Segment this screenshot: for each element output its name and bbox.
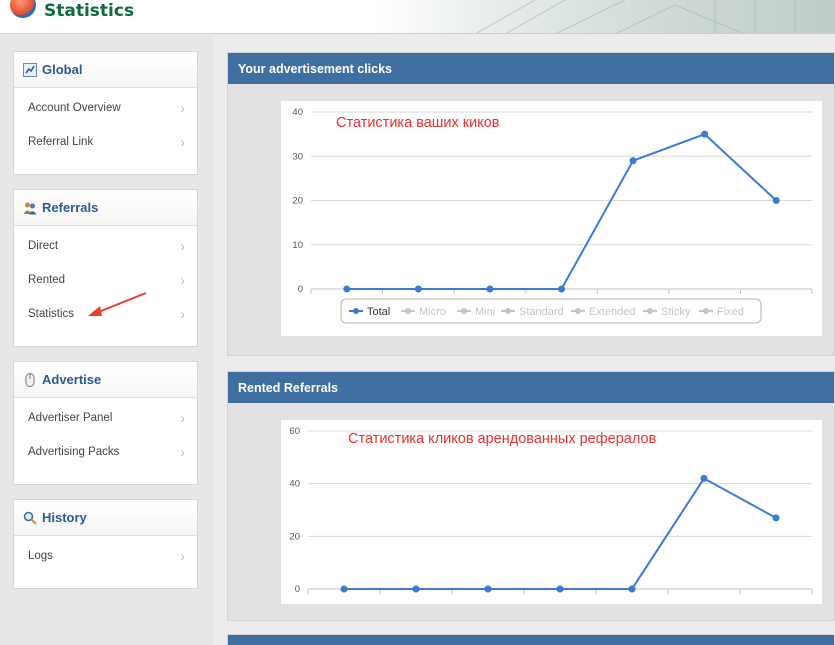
data-point	[412, 585, 420, 593]
chevron-right-icon: ›	[180, 272, 185, 288]
data-point	[772, 514, 780, 522]
data-point	[414, 285, 422, 293]
chevron-right-icon: ›	[180, 444, 185, 460]
magnifier-icon	[23, 511, 37, 525]
legend-marker	[405, 308, 411, 314]
data-point	[700, 474, 708, 482]
panel-history-title: History	[42, 510, 87, 525]
y-tick-label: 0	[295, 584, 300, 595]
y-tick-label: 30	[292, 151, 303, 162]
series-line	[346, 132, 777, 290]
y-tick-label: 0	[298, 284, 303, 295]
section-rented-referrals: Rented Referrals 0 20 40 60 Статистика клик…	[227, 371, 835, 621]
chart-annotation: Статистика кликов арендованных рефералов	[348, 431, 657, 447]
data-point	[628, 585, 636, 593]
users-icon	[23, 201, 37, 215]
y-tick-label: 40	[292, 107, 303, 118]
section-next	[227, 634, 835, 645]
data-point	[556, 585, 564, 593]
red-arrow-annotation	[88, 292, 147, 316]
series-line	[344, 477, 777, 590]
sidebar-item-label: Logs	[28, 550, 53, 562]
chevron-right-icon: ›	[180, 410, 185, 426]
sidebar-item-account-overview[interactable]: Account Overview ›	[14, 91, 197, 125]
section-advertisement-clicks: Your advertisement clicks 0 10 20 30 40 Total…	[227, 52, 835, 356]
panel-global: Global Account Overview › Referral Link …	[13, 51, 198, 175]
sidebar-item-direct[interactable]: Direct ›	[14, 229, 197, 263]
legend-marker	[505, 308, 511, 314]
chevron-right-icon: ›	[180, 238, 185, 254]
mouse-icon	[23, 372, 37, 387]
statistics-logo-icon	[10, 0, 36, 18]
legend-marker	[353, 308, 359, 314]
line-chart-rented-referrals: 0 20 40 60	[289, 426, 813, 595]
legend-marker	[575, 308, 581, 314]
sidebar-item-label: Rented	[28, 274, 66, 286]
section-title: Your advertisement clicks	[228, 53, 834, 84]
chevron-right-icon: ›	[180, 548, 185, 564]
chart-annotation: Статистика ваших киков	[336, 115, 500, 131]
sidebar-item-label: Statistics	[28, 308, 75, 320]
panel-advertise-header[interactable]: Advertise	[14, 362, 197, 398]
sidebar-item-referral-link[interactable]: Referral Link ›	[14, 125, 197, 159]
legend-marker	[703, 308, 709, 314]
data-point	[343, 285, 351, 293]
section-next-header	[228, 635, 834, 645]
y-tick-label: 40	[289, 479, 300, 490]
sidebar-item-logs[interactable]: Logs ›	[14, 539, 197, 573]
sidebar-item-label: Advertising Packs	[28, 446, 120, 458]
legend-item: Micro	[419, 306, 446, 318]
panel-advertise-title: Advertise	[42, 372, 102, 387]
data-point	[701, 130, 709, 138]
chevron-right-icon: ›	[180, 134, 185, 150]
chevron-right-icon: ›	[180, 306, 185, 322]
chart-icon	[23, 62, 37, 77]
legend-item: Standard	[519, 306, 564, 318]
data-point	[629, 157, 637, 165]
data-point	[484, 585, 492, 593]
y-tick-label: 10	[292, 240, 303, 251]
legend-marker	[647, 308, 653, 314]
y-tick-label: 20	[292, 196, 303, 207]
panel-advertise: Advertise Advertiser Panel › Advertising…	[13, 361, 198, 485]
sidebar-item-label: Account Overview	[28, 102, 121, 114]
chart-advertisement-clicks: 0 10 20 30 40 Total Micro Mini Standard Extended S…	[281, 101, 822, 336]
data-point	[340, 585, 348, 593]
legend-item: Mini	[475, 306, 495, 318]
legend-marker	[461, 308, 467, 314]
data-point	[486, 285, 494, 293]
data-point	[558, 285, 565, 293]
sidebar: Global Account Overview › Referral Link …	[0, 35, 213, 645]
chevron-right-icon: ›	[180, 100, 185, 116]
sidebar-item-advertising-packs[interactable]: Advertising Packs ›	[14, 435, 197, 469]
y-tick-label: 20	[289, 531, 300, 542]
panel-global-title: Global	[42, 62, 83, 77]
panel-referrals-title: Referrals	[42, 200, 99, 215]
legend-item: Sticky	[661, 306, 691, 318]
line-chart-advertisement-clicks: 0 10 20 30 40 Total Micro Mini Standard Extended S…	[292, 107, 813, 324]
sidebar-item-advertiser-panel[interactable]: Advertiser Panel ›	[14, 401, 197, 435]
panel-history: History Logs ›	[13, 499, 198, 589]
legend-item: Extended	[589, 306, 635, 318]
section-title: Rented Referrals	[228, 372, 834, 403]
sidebar-item-label: Referral Link	[28, 136, 94, 148]
legend-item: Total	[367, 306, 390, 318]
panel-referrals-header[interactable]: Referrals	[14, 190, 197, 226]
data-point	[772, 197, 780, 204]
y-tick-label: 60	[289, 426, 300, 437]
page-title: Statistics	[44, 1, 135, 21]
page-header: Statistics	[0, 0, 835, 34]
panel-global-header[interactable]: Global	[14, 52, 197, 88]
header-decoration	[475, 0, 796, 33]
sidebar-item-label: Direct	[28, 240, 59, 252]
legend-item: Fixed	[717, 306, 744, 318]
chart-rented-referrals: 0 20 40 60 Статистика кликов арендованных р…	[281, 420, 822, 604]
panel-history-header[interactable]: History	[14, 500, 197, 536]
sidebar-item-label: Advertiser Panel	[28, 412, 113, 424]
